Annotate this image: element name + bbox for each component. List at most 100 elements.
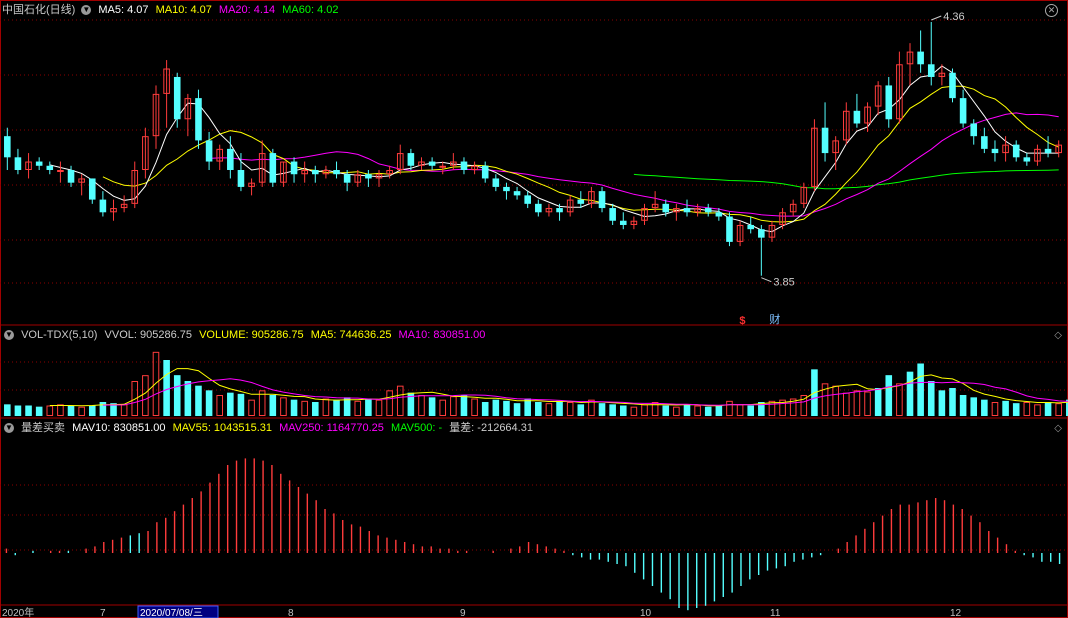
main-panel-title: 中国石化(日线) — [2, 4, 76, 16]
vol-ma10-legend: MA10: 830851.00 — [398, 329, 486, 341]
candle-body-45 — [481, 165, 489, 179]
volume-bar-95 — [1012, 403, 1020, 416]
candle-body-57 — [609, 208, 616, 221]
volume-bar-83 — [885, 375, 893, 416]
triangle-down-icon[interactable]: ▼ — [4, 423, 14, 434]
candle-body-77 — [821, 127, 829, 154]
candle-body-96 — [1023, 157, 1031, 162]
x-tick-label-0: 2020年 — [2, 606, 34, 618]
volume-bar-50 — [535, 402, 542, 416]
kline-chart[interactable]: 4.36 3.85 $ 财 2020年 7 2020/07/08/三 8 9 10 11 12 — [0, 0, 1068, 618]
volume-bar-1 — [14, 405, 22, 416]
high-marker-label: 4.36 — [943, 11, 964, 23]
x-tick-label-1: 7 — [100, 608, 106, 618]
vvol-legend: VVOL: 905286.75 — [104, 329, 193, 341]
candle-body-9 — [99, 199, 107, 213]
triangle-down-icon[interactable]: ▼ — [4, 330, 14, 341]
ma60-legend: MA60: 4.02 — [282, 4, 339, 16]
volume-legend: VOLUME: 905286.75 — [199, 329, 304, 341]
volume-bar-6 — [67, 405, 75, 416]
candle-body-62 — [662, 203, 670, 213]
candle-body-32 — [343, 174, 351, 183]
volume-bar-62 — [662, 405, 670, 416]
volume-bar-16 — [173, 375, 181, 416]
x-tick-label-4: 9 — [460, 608, 466, 618]
volume-bar-54 — [577, 404, 585, 416]
diff-panel-title: 量差买卖 — [21, 422, 66, 434]
candle-body-31 — [333, 170, 340, 175]
candle-body-66 — [704, 208, 712, 213]
x-tick-label-5: 10 — [640, 608, 652, 618]
volume-bar-9 — [99, 402, 107, 416]
candle-body-22 — [237, 170, 245, 187]
volume-bar-89 — [949, 388, 956, 416]
candle-body-27 — [290, 161, 298, 175]
candle-body-1 — [14, 157, 22, 170]
volume-bar-25 — [269, 395, 277, 416]
volume-panel-header: ▼ VOL-TDX(5,10) VVOL: 905286.75 VOLUME: … — [2, 328, 489, 342]
volume-bar-67 — [715, 405, 723, 416]
candle-body-56 — [598, 191, 606, 209]
candle-body-25 — [269, 153, 277, 183]
candle-body-98 — [1044, 148, 1052, 154]
volume-bar-82 — [874, 388, 882, 416]
volume-bar-70 — [747, 405, 755, 416]
chart-background — [0, 0, 1068, 618]
candle-body-91 — [970, 123, 978, 137]
close-circle-icon[interactable]: ✕ — [1045, 4, 1058, 17]
candle-body-48 — [513, 191, 521, 196]
candle-body-70 — [747, 224, 755, 230]
candle-body-87 — [927, 64, 935, 77]
candle-body-3 — [35, 161, 43, 166]
volume-bar-22 — [237, 393, 245, 416]
ma10-legend: MA10: 4.07 — [155, 4, 212, 16]
volume-bar-85 — [906, 371, 914, 416]
candle-body-43 — [460, 161, 468, 170]
volume-bar-15 — [163, 360, 170, 416]
x-tick-label-7: 12 — [950, 608, 962, 618]
candle-body-46 — [492, 178, 500, 187]
event-marker-cai: 财 — [769, 312, 780, 326]
ma20-legend: MA20: 4.14 — [218, 4, 276, 16]
candle-body-5 — [57, 170, 64, 172]
volume-bar-31 — [333, 399, 340, 416]
volume-bar-46 — [492, 399, 500, 416]
diff-panel-header: ▼ 量差买卖 MAV10: 830851.00 MAV55: 1043515.3… — [2, 421, 537, 435]
volume-bar-92 — [981, 399, 988, 416]
ma5-legend: MA5: 4.07 — [98, 4, 149, 16]
volume-bar-27 — [290, 399, 298, 416]
diff-legend: 量差: -212664.31 — [449, 422, 533, 434]
volume-bar-64 — [683, 404, 691, 416]
candle-body-92 — [981, 136, 988, 149]
candle-body-16 — [173, 76, 181, 120]
volume-bar-18 — [195, 385, 202, 416]
volume-bar-87 — [927, 381, 935, 416]
candle-body-52 — [556, 208, 563, 213]
candle-body-4 — [46, 165, 54, 170]
main-panel-header: 中国石化(日线) ▼ MA5: 4.07 MA10: 4.07 MA20: 4.1… — [2, 3, 343, 17]
candle-body-54 — [577, 199, 585, 204]
triangle-down-icon[interactable]: ▼ — [81, 5, 92, 16]
candle-body-41 — [439, 165, 447, 168]
volume-bar-88 — [938, 390, 946, 416]
candle-body-38 — [407, 153, 415, 166]
diamond-icon[interactable]: ◇ — [1054, 423, 1062, 434]
volume-bar-66 — [704, 406, 712, 416]
mav55-legend: MAV55: 1043515.31 — [172, 422, 273, 434]
candle-body-6 — [67, 170, 75, 183]
volume-bar-40 — [428, 397, 436, 416]
candle-body-18 — [195, 98, 202, 141]
x-tick-label-3: 8 — [288, 608, 294, 618]
candle-body-83 — [885, 85, 893, 120]
candle-body-86 — [917, 51, 924, 65]
candle-body-80 — [853, 110, 861, 124]
volume-bar-19 — [205, 390, 213, 416]
volume-bar-2 — [25, 405, 32, 416]
diamond-icon[interactable]: ◇ — [1054, 330, 1062, 341]
candle-body-71 — [758, 229, 765, 238]
volume-bar-3 — [35, 406, 43, 416]
volume-bar-29 — [311, 402, 319, 416]
volume-bar-21 — [227, 392, 234, 416]
volume-bar-43 — [460, 395, 468, 416]
candle-body-49 — [524, 195, 531, 204]
